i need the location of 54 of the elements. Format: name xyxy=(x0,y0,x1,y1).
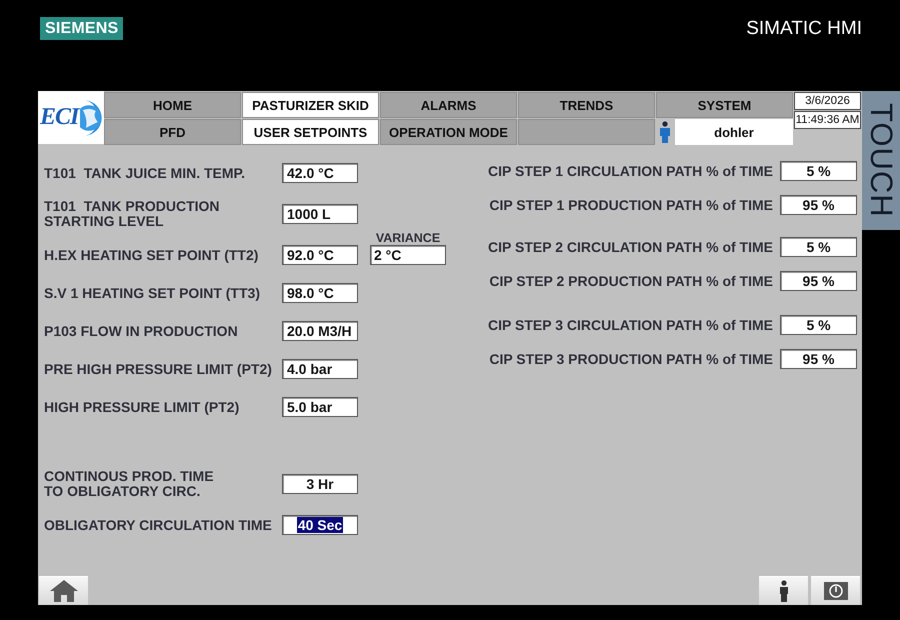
input-field[interactable]: 95 % xyxy=(780,271,857,291)
cip-label: CIP STEP 2 CIRCULATION PATH % of TIME xyxy=(488,239,773,255)
cip-label: CIP STEP 1 PRODUCTION PATH % of TIME xyxy=(489,197,773,213)
setpoint-label: H.EX HEATING SET POINT (TT2) xyxy=(44,248,260,262)
user-name: dohler xyxy=(675,119,793,145)
power-icon xyxy=(824,582,848,600)
home-button[interactable] xyxy=(39,576,88,605)
nav-button[interactable]: SYSTEM xyxy=(656,92,793,118)
cip-label: CIP STEP 3 CIRCULATION PATH % of TIME xyxy=(488,317,773,333)
input-field[interactable]: 20.0 M3/H xyxy=(282,321,358,341)
input-field[interactable]: 40 Sec xyxy=(282,515,358,535)
input-field[interactable]: 5 % xyxy=(780,161,857,181)
brand-logo: SIEMENS xyxy=(40,17,124,40)
device-model: SIMATIC HMI xyxy=(746,17,862,41)
power-button[interactable] xyxy=(811,576,860,605)
nav-button[interactable]: OPERATION MODE xyxy=(380,119,517,145)
setpoint-label: HIGH PRESSURE LIMIT (PT2) xyxy=(44,400,240,414)
input-field[interactable]: 1000 L xyxy=(282,204,358,224)
home-icon xyxy=(50,580,78,602)
input-field[interactable]: 95 % xyxy=(780,195,857,215)
input-field[interactable]: 98.0 °C xyxy=(282,283,358,303)
cip-label: CIP STEP 1 CIRCULATION PATH % of TIME xyxy=(488,163,773,179)
person-icon xyxy=(658,121,672,143)
input-field[interactable]: 5 % xyxy=(780,237,857,257)
date-display: 3/6/2026 xyxy=(794,92,861,110)
input-field[interactable]: 3 Hr xyxy=(282,474,358,494)
nav-button[interactable]: ALARMS xyxy=(380,92,517,118)
user-button[interactable] xyxy=(759,576,808,605)
nav-button[interactable]: PFD xyxy=(104,119,241,145)
nav-button[interactable]: TRENDS xyxy=(518,92,655,118)
variance-label: VARIANCE xyxy=(376,231,440,245)
cip-label: CIP STEP 2 PRODUCTION PATH % of TIME xyxy=(489,273,773,289)
setpoint-label: CONTINOUS PROD. TIME TO OBLIGATORY CIRC. xyxy=(44,469,215,499)
setpoint-label: P103 FLOW IN PRODUCTION xyxy=(44,324,239,338)
setpoint-label: OBLIGATORY CIRCULATION TIME xyxy=(44,518,273,532)
input-field[interactable]: 42.0 °C xyxy=(282,163,358,183)
input-field[interactable]: 4.0 bar xyxy=(282,359,358,379)
cip-label: CIP STEP 3 PRODUCTION PATH % of TIME xyxy=(489,351,773,367)
setpoint-label: PRE HIGH PRESSURE LIMIT (PT2) xyxy=(44,362,273,376)
nav-button[interactable]: HOME xyxy=(104,92,241,118)
person-icon xyxy=(778,580,788,602)
nav-button[interactable]: PASTURIZER SKID xyxy=(242,92,379,118)
time-display: 11:49:36 AM xyxy=(794,111,861,129)
input-field[interactable]: 92.0 °C xyxy=(282,245,358,265)
input-field[interactable]: 5 % xyxy=(780,315,857,335)
side-label: TOUCH xyxy=(862,91,900,230)
input-field[interactable]: 95 % xyxy=(780,349,857,369)
input-field[interactable]: 5.0 bar xyxy=(282,397,358,417)
input-field[interactable]: 2 °C xyxy=(370,245,446,265)
setpoint-label: T101 TANK PRODUCTION STARTING LEVEL xyxy=(44,199,221,229)
setpoint-label: S.V 1 HEATING SET POINT (TT3) xyxy=(44,286,261,300)
nav-button[interactable]: USER SETPOINTS xyxy=(242,119,379,145)
setpoint-label: T101 TANK JUICE MIN. TEMP. xyxy=(44,166,246,180)
logo-text: ECI xyxy=(40,104,78,131)
